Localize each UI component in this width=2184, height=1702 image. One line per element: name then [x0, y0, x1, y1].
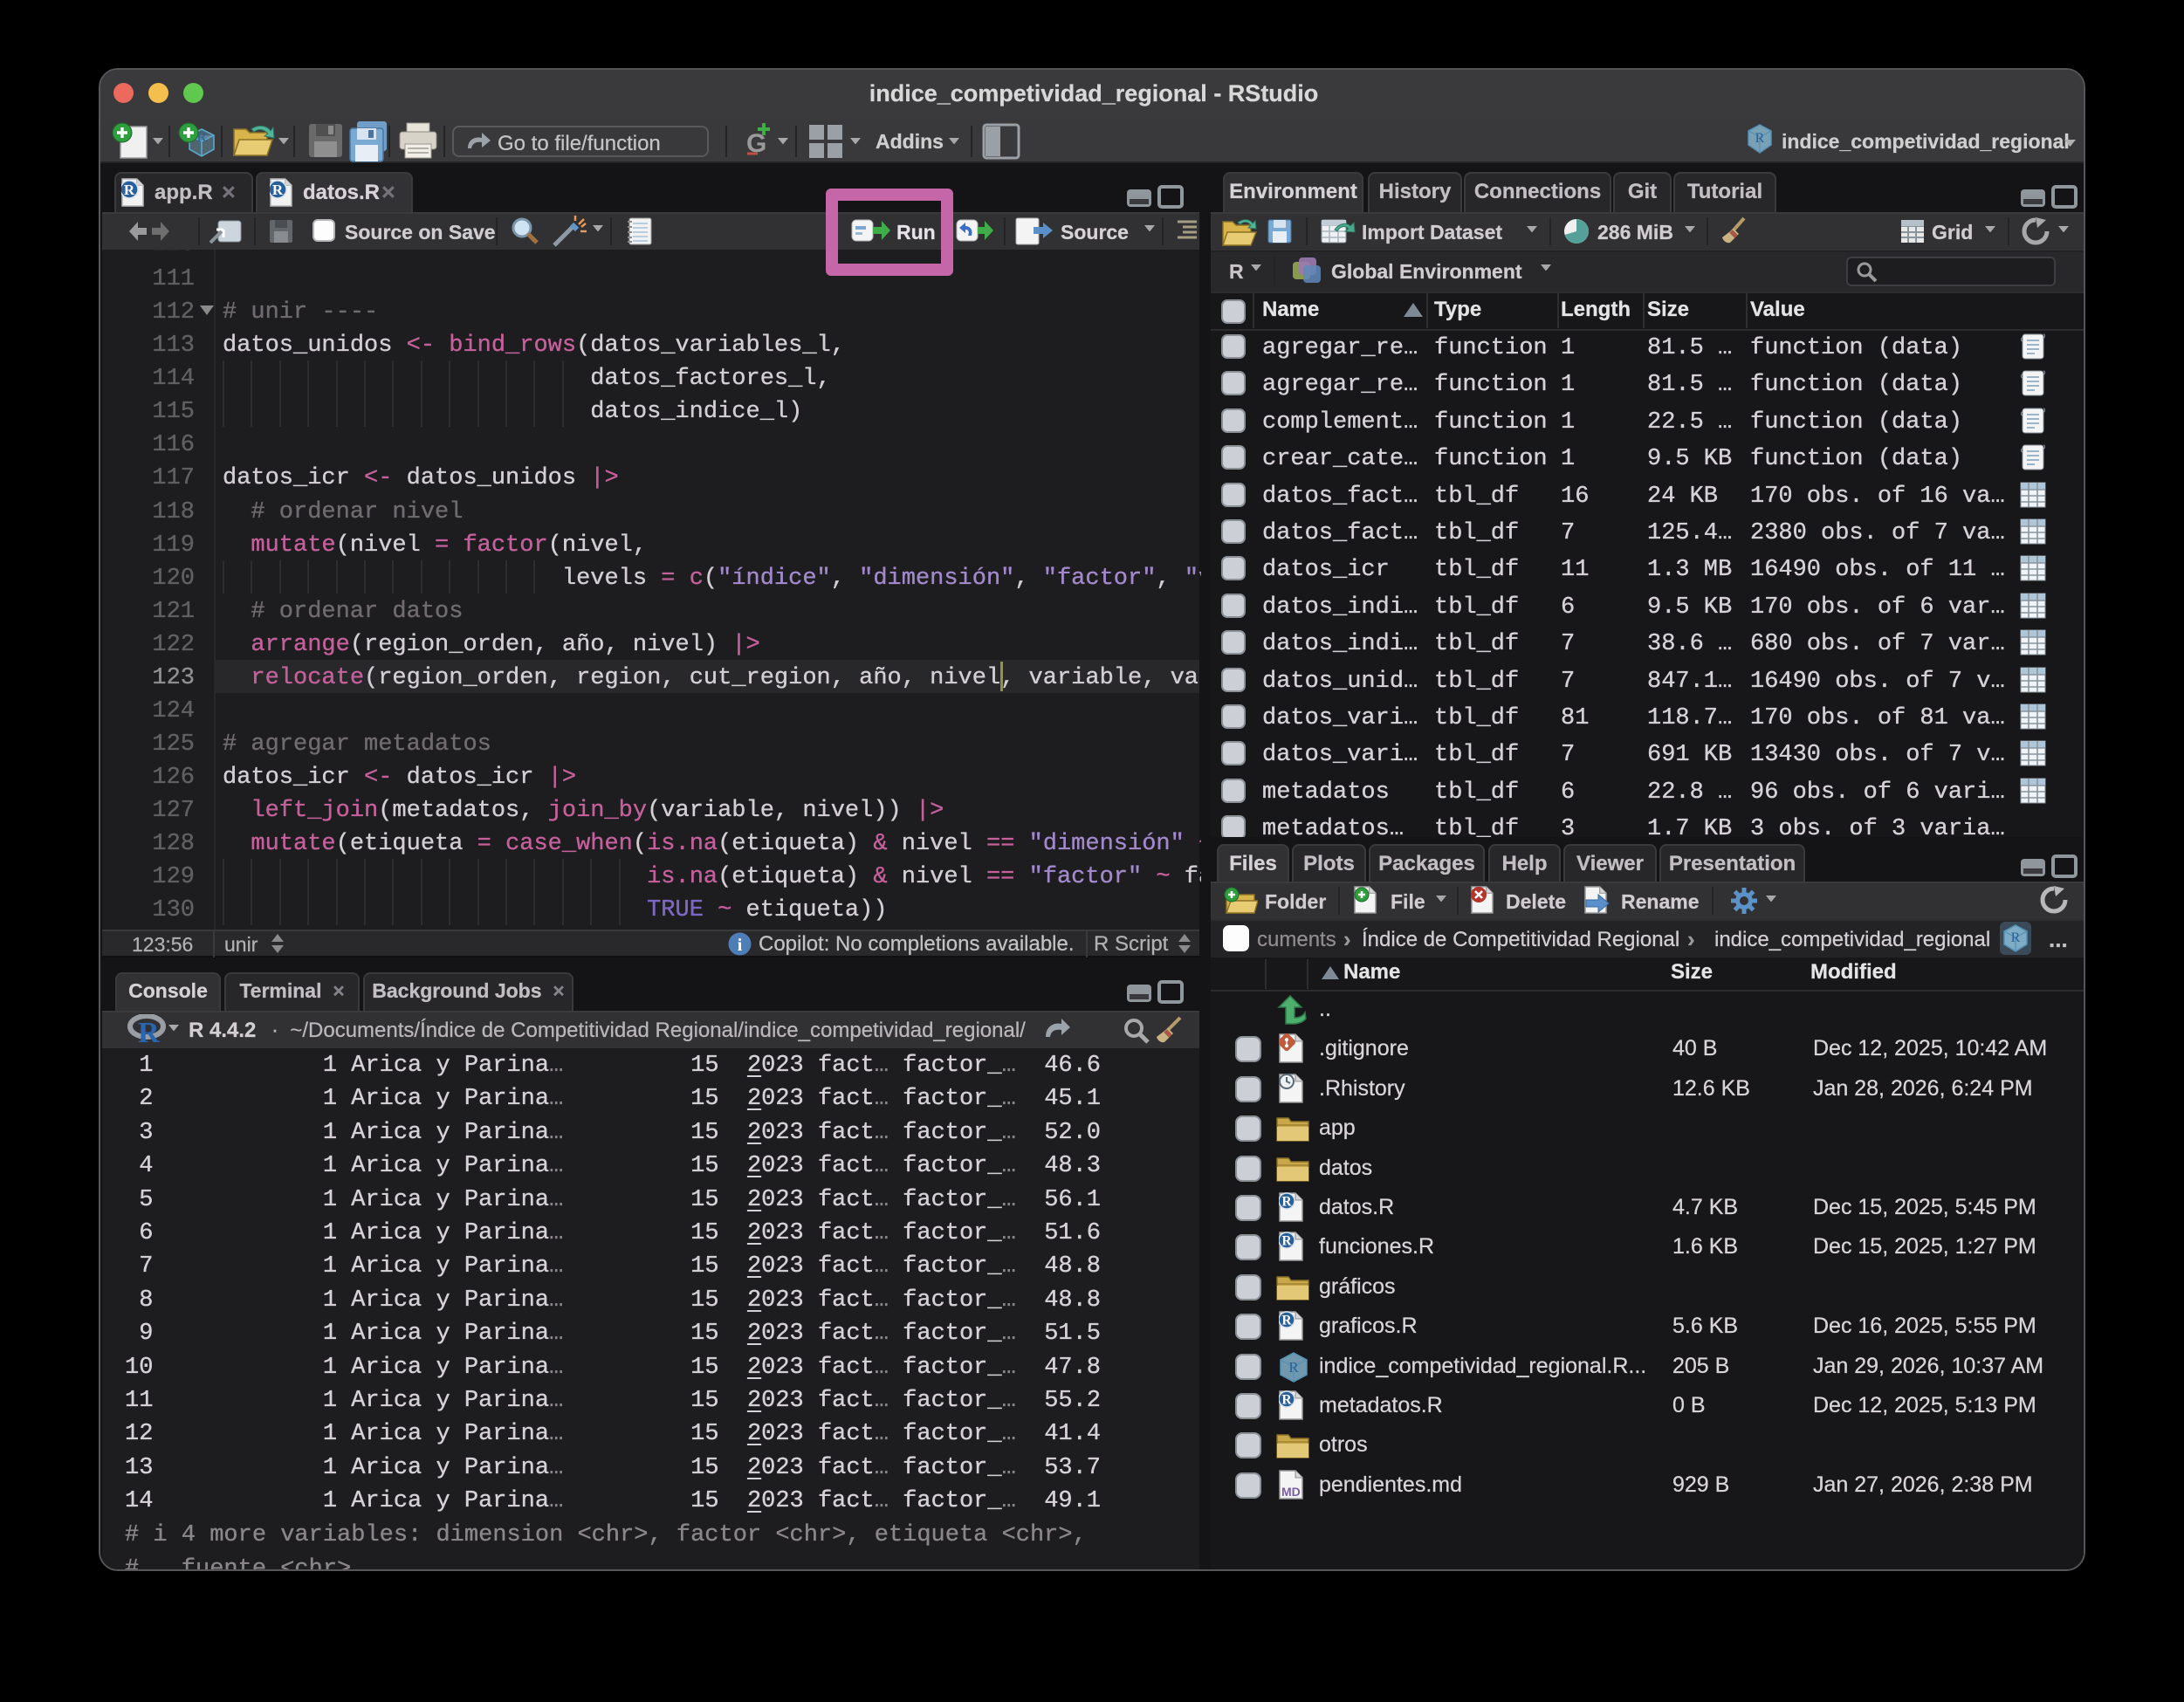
svg-text:R: R [124, 182, 135, 198]
svg-text:MD: MD [1281, 1485, 1301, 1499]
svg-text:R: R [1281, 1195, 1292, 1210]
svg-text:R: R [1755, 131, 1765, 146]
svg-text:R: R [1288, 1359, 1299, 1376]
svg-text:R: R [1281, 1234, 1292, 1249]
svg-text:R: R [272, 182, 284, 198]
svg-text:R: R [1281, 1314, 1292, 1328]
svg-text:R: R [138, 1017, 160, 1044]
svg-text:R: R [2011, 930, 2021, 945]
svg-text:R: R [1281, 1393, 1292, 1408]
svg-text:i: i [738, 936, 743, 955]
